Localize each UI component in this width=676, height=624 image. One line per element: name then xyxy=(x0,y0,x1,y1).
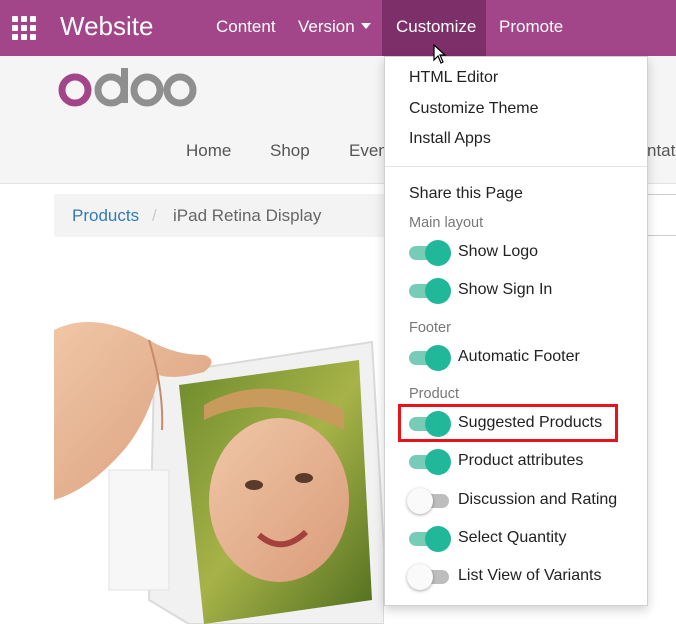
menu-customize[interactable]: Customize xyxy=(396,17,476,37)
menu-content[interactable]: Content xyxy=(216,17,276,37)
toggle-knob xyxy=(407,564,433,590)
odoo-logo[interactable] xyxy=(58,68,198,110)
menu-item-share-page[interactable]: Share this Page xyxy=(409,185,523,203)
toggle-label: Discussion and Rating xyxy=(458,491,618,508)
toggle-discussion-rating[interactable]: Discussion and Rating xyxy=(407,488,639,514)
section-header-footer: Footer xyxy=(409,320,451,336)
toggle-knob xyxy=(425,345,451,371)
customize-dropdown: HTML Editor Customize Theme Install Apps… xyxy=(384,56,648,606)
apps-grid-icon[interactable] xyxy=(12,16,38,40)
toggle-knob xyxy=(425,449,451,475)
highlight-box xyxy=(398,404,618,442)
toggle-label: Show Logo xyxy=(458,243,539,260)
toggle-knob xyxy=(425,278,451,304)
toggle-knob xyxy=(425,526,451,552)
menu-item-install-apps[interactable]: Install Apps xyxy=(409,130,491,148)
nav-home[interactable]: Home xyxy=(186,141,231,161)
menu-item-html-editor[interactable]: HTML Editor xyxy=(409,69,498,87)
toggle-automatic-footer[interactable]: Automatic Footer xyxy=(409,345,639,371)
top-bar: Website Content Version Customize Promot… xyxy=(0,0,676,56)
menu-version-label: Version xyxy=(298,17,355,36)
toggle-select-quantity[interactable]: Select Quantity xyxy=(409,526,639,552)
app-title[interactable]: Website xyxy=(60,11,153,42)
toggle-knob xyxy=(407,488,433,514)
section-header-product: Product xyxy=(409,386,459,402)
mouse-cursor-icon xyxy=(433,44,447,64)
toggle-label: Product attributes xyxy=(458,452,584,469)
breadcrumb-current: iPad Retina Display xyxy=(173,206,322,225)
product-image xyxy=(54,300,384,624)
toggle-label: Select Quantity xyxy=(458,529,567,546)
toggle-product-attributes[interactable]: Product attributes xyxy=(409,449,639,475)
section-header-main-layout: Main layout xyxy=(409,215,484,231)
toggle-label: Automatic Footer xyxy=(458,348,580,365)
toggle-label: List View of Variants xyxy=(458,567,602,584)
toggle-label: Show Sign In xyxy=(458,281,553,298)
nav-events[interactable]: Even xyxy=(349,141,388,161)
toggle-show-logo[interactable]: Show Logo xyxy=(409,240,639,266)
nav-contact[interactable]: ntat xyxy=(647,141,675,161)
nav-shop[interactable]: Shop xyxy=(270,141,310,161)
menu-divider xyxy=(385,166,647,167)
menu-item-customize-theme[interactable]: Customize Theme xyxy=(409,100,539,118)
menu-version[interactable]: Version xyxy=(298,17,371,37)
menu-promote[interactable]: Promote xyxy=(499,17,563,37)
breadcrumb-products[interactable]: Products xyxy=(72,206,139,226)
breadcrumb-separator: / xyxy=(152,206,157,225)
toggle-knob xyxy=(425,240,451,266)
toggle-show-sign-in[interactable]: Show Sign In xyxy=(409,278,639,304)
caret-down-icon xyxy=(360,23,371,29)
toggle-list-view-variants[interactable]: List View of Variants xyxy=(407,564,639,590)
